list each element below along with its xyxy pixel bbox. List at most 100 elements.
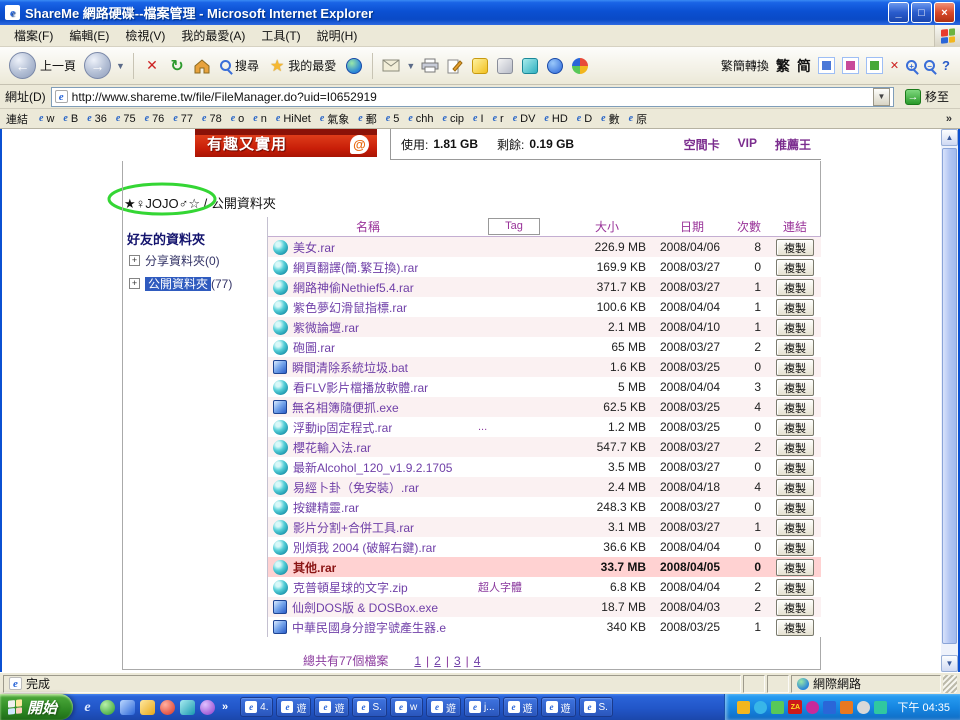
quick-launch-icon[interactable] bbox=[120, 700, 135, 715]
print-button[interactable] bbox=[420, 56, 440, 76]
file-name-link[interactable]: 浮動ip固定程式.rar bbox=[293, 419, 392, 436]
page-link[interactable]: 4 bbox=[474, 654, 481, 668]
web-tool-button[interactable] bbox=[545, 56, 565, 76]
link-item[interactable]: 77 bbox=[169, 111, 197, 127]
go-button[interactable]: → 移至 bbox=[899, 87, 955, 106]
link-item[interactable]: HiNet bbox=[272, 111, 315, 127]
help-icon[interactable]: ? bbox=[942, 58, 950, 73]
copy-button[interactable]: 複製 bbox=[776, 519, 814, 536]
page-link[interactable]: 2 bbox=[434, 654, 441, 668]
header-name[interactable]: 名稱 bbox=[268, 218, 468, 235]
copy-button[interactable]: 複製 bbox=[776, 479, 814, 496]
link-item[interactable]: n bbox=[249, 111, 271, 127]
file-name-link[interactable]: 按鍵精靈.rar bbox=[293, 499, 359, 516]
tray-icon[interactable] bbox=[823, 701, 836, 714]
link-item[interactable]: cip bbox=[439, 111, 469, 127]
copy-button[interactable]: 複製 bbox=[776, 559, 814, 576]
file-name-link[interactable]: 網路神偷Nethief5.4.rar bbox=[293, 279, 414, 296]
link-item[interactable]: chh bbox=[404, 111, 437, 127]
zoom-in-icon[interactable]: + bbox=[906, 60, 917, 71]
link-item[interactable]: 氣象 bbox=[316, 111, 353, 127]
tray-icon[interactable] bbox=[874, 701, 887, 714]
header-count[interactable]: 次數 bbox=[730, 218, 768, 235]
start-button[interactable]: 開始 bbox=[0, 694, 73, 720]
tool-icon[interactable] bbox=[842, 57, 859, 74]
taskbar-task-button[interactable]: 遊 bbox=[276, 697, 311, 717]
link-item[interactable]: 76 bbox=[141, 111, 169, 127]
quick-launch-icon[interactable] bbox=[100, 700, 115, 715]
link-item[interactable]: 75 bbox=[112, 111, 140, 127]
address-input[interactable] bbox=[72, 90, 869, 104]
menu-item[interactable]: 檢視(V) bbox=[117, 25, 173, 46]
chevron-down-icon[interactable]: ▼ bbox=[406, 61, 415, 71]
tray-za-icon[interactable]: ZA bbox=[788, 700, 802, 714]
page-link[interactable]: 3 bbox=[454, 654, 461, 668]
link-item[interactable]: o bbox=[227, 111, 249, 127]
link-item[interactable]: I bbox=[469, 111, 488, 127]
favorites-button[interactable]: ★ 我的最愛 bbox=[267, 54, 339, 78]
link-item[interactable]: B bbox=[59, 111, 82, 127]
link-item[interactable]: DV bbox=[509, 111, 540, 127]
links-overflow-button[interactable]: » bbox=[942, 113, 956, 125]
search-button[interactable]: 搜尋 bbox=[217, 55, 262, 76]
refresh-button[interactable]: ↻ bbox=[167, 56, 187, 76]
home-button[interactable] bbox=[192, 56, 212, 76]
link-item[interactable]: w bbox=[35, 111, 58, 127]
file-name-link[interactable]: 無名相簿隨便抓.exe bbox=[292, 399, 399, 416]
copy-button[interactable]: 複製 bbox=[776, 619, 814, 636]
file-name-link[interactable]: 克普頓星球的文字.zip bbox=[293, 579, 408, 596]
taskbar-task-button[interactable]: S. bbox=[352, 697, 386, 717]
file-name-link[interactable]: 紫色夢幻滑鼠指標.rar bbox=[293, 299, 407, 316]
tool-icon[interactable] bbox=[818, 57, 835, 74]
close-button[interactable]: × bbox=[934, 2, 955, 23]
link-item[interactable]: r bbox=[489, 111, 508, 127]
taskbar-task-button[interactable]: 遊 bbox=[426, 697, 461, 717]
zoom-out-icon[interactable]: − bbox=[924, 60, 935, 71]
quick-launch-icon[interactable] bbox=[80, 700, 95, 715]
edit-button[interactable] bbox=[445, 56, 465, 76]
scroll-up-button[interactable]: ▲ bbox=[941, 129, 958, 146]
link-item[interactable]: 78 bbox=[198, 111, 226, 127]
mail-button[interactable] bbox=[381, 56, 401, 76]
banner-ad[interactable]: 有趣又實用 @ bbox=[195, 129, 377, 157]
copy-button[interactable]: 複製 bbox=[776, 239, 814, 256]
stop-button[interactable]: ✕ bbox=[142, 56, 162, 76]
simplified-button[interactable]: 简 bbox=[797, 56, 811, 76]
taskbar-task-button[interactable]: j... bbox=[464, 697, 500, 717]
address-field[interactable]: ▼ bbox=[51, 87, 894, 107]
header-date[interactable]: 日期 bbox=[654, 218, 730, 235]
quick-launch-icon[interactable] bbox=[140, 700, 155, 715]
tray-icon[interactable] bbox=[840, 701, 853, 714]
file-name-link[interactable]: 中華民國身分證字號產生器.e bbox=[292, 619, 446, 636]
messenger-button[interactable] bbox=[570, 56, 590, 76]
menu-item[interactable]: 我的最愛(A) bbox=[173, 25, 253, 46]
tray-icon[interactable] bbox=[857, 701, 870, 714]
quick-launch-icon[interactable] bbox=[180, 700, 195, 715]
quick-launch-icon[interactable] bbox=[200, 700, 215, 715]
tool-icon[interactable] bbox=[866, 57, 883, 74]
copy-button[interactable]: 複製 bbox=[776, 399, 814, 416]
space-card-link[interactable]: 空間卡 bbox=[684, 136, 720, 153]
grid-tool-button[interactable] bbox=[520, 56, 540, 76]
taskbar-task-button[interactable]: S. bbox=[579, 697, 613, 717]
menu-item[interactable]: 說明(H) bbox=[309, 25, 366, 46]
copy-button[interactable]: 複製 bbox=[776, 279, 814, 296]
header-link[interactable]: 連結 bbox=[768, 218, 822, 235]
forward-button[interactable]: → bbox=[84, 52, 111, 79]
file-name-link[interactable]: 易經卜卦（免安裝）.rar bbox=[293, 479, 419, 496]
file-name-link[interactable]: 最新Alcohol_120_v1.9.2.1705 bbox=[293, 459, 452, 476]
copy-button[interactable]: 複製 bbox=[776, 359, 814, 376]
back-button[interactable]: ← 上一頁 bbox=[6, 50, 79, 81]
copy-button[interactable]: 複製 bbox=[776, 499, 814, 516]
copy-button[interactable]: 複製 bbox=[776, 299, 814, 316]
quick-launch-overflow[interactable]: » bbox=[220, 701, 228, 713]
address-dropdown[interactable]: ▼ bbox=[873, 88, 890, 106]
close-tool-icon[interactable]: ✕ bbox=[890, 59, 899, 72]
file-name-link[interactable]: 網頁翻譯(簡.繁互換).rar bbox=[293, 259, 418, 276]
copy-button[interactable]: 複製 bbox=[776, 459, 814, 476]
tray-icon[interactable] bbox=[737, 701, 750, 714]
file-name-link[interactable]: 美女.rar bbox=[293, 239, 335, 256]
copy-button[interactable]: 複製 bbox=[776, 599, 814, 616]
maximize-button[interactable]: □ bbox=[911, 2, 932, 23]
header-size[interactable]: 大小 bbox=[560, 218, 654, 235]
